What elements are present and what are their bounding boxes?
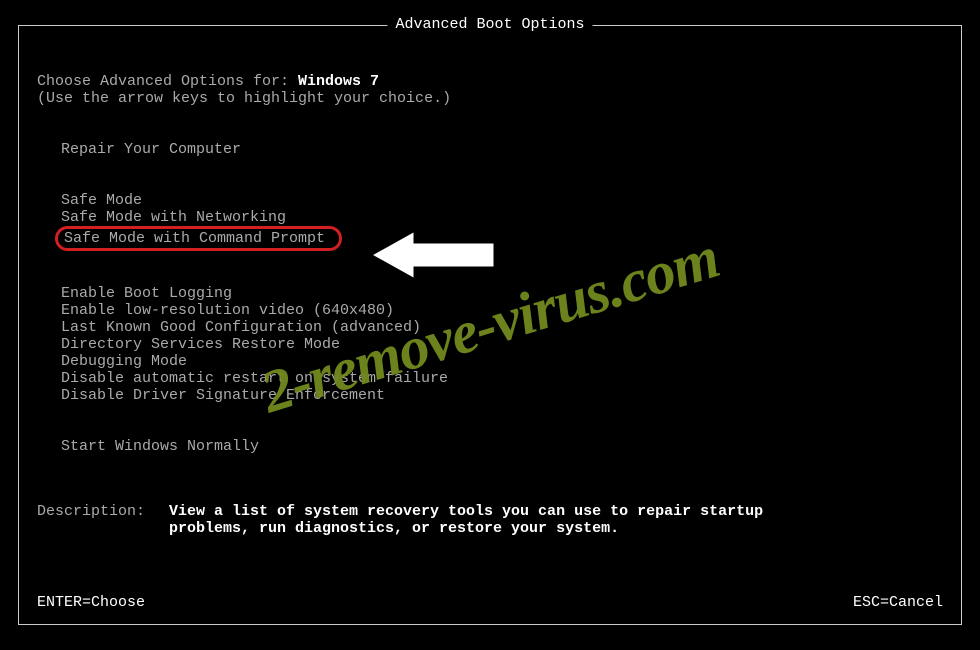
menu-group-0: Repair Your Computer — [61, 141, 943, 158]
menu: Repair Your Computer Safe Mode Safe Mode… — [37, 141, 943, 455]
menu-group-1: Safe Mode Safe Mode with Networking Safe… — [61, 192, 943, 251]
description-label: Description: — [37, 503, 169, 537]
menu-group-3: Start Windows Normally — [61, 438, 943, 455]
content-area: Choose Advanced Options for: Windows 7 (… — [19, 26, 961, 537]
description-text: View a list of system recovery tools you… — [169, 503, 809, 537]
menu-item-safe-mode-cmd[interactable]: Safe Mode with Command Prompt — [61, 226, 943, 251]
highlighted-item: Safe Mode with Command Prompt — [55, 226, 342, 251]
menu-item-repair[interactable]: Repair Your Computer — [61, 141, 943, 158]
menu-item-disable-sig-enf[interactable]: Disable Driver Signature Enforcement — [61, 387, 943, 404]
menu-item-safe-mode[interactable]: Safe Mode — [61, 192, 943, 209]
menu-group-2: Enable Boot Logging Enable low-resolutio… — [61, 285, 943, 404]
description-block: Description: View a list of system recov… — [37, 503, 943, 537]
menu-item-boot-logging[interactable]: Enable Boot Logging — [61, 285, 943, 302]
choose-line: Choose Advanced Options for: Windows 7 — [37, 73, 943, 90]
os-name: Windows 7 — [298, 73, 379, 90]
menu-item-safe-mode-networking[interactable]: Safe Mode with Networking — [61, 209, 943, 226]
menu-item-debug[interactable]: Debugging Mode — [61, 353, 943, 370]
menu-item-start-normally[interactable]: Start Windows Normally — [61, 438, 943, 455]
menu-item-last-known-good[interactable]: Last Known Good Configuration (advanced) — [61, 319, 943, 336]
menu-item-disable-auto-restart[interactable]: Disable automatic restart on system fail… — [61, 370, 943, 387]
footer: ENTER=Choose ESC=Cancel — [37, 594, 943, 611]
footer-enter: ENTER=Choose — [37, 594, 145, 611]
footer-esc: ESC=Cancel — [853, 594, 943, 611]
hint-line: (Use the arrow keys to highlight your ch… — [37, 90, 943, 107]
choose-prefix: Choose Advanced Options for: — [37, 73, 298, 90]
menu-item-low-res[interactable]: Enable low-resolution video (640x480) — [61, 302, 943, 319]
screen-frame: Advanced Boot Options Choose Advanced Op… — [18, 25, 962, 625]
menu-item-ds-restore[interactable]: Directory Services Restore Mode — [61, 336, 943, 353]
page-title: Advanced Boot Options — [387, 16, 592, 33]
